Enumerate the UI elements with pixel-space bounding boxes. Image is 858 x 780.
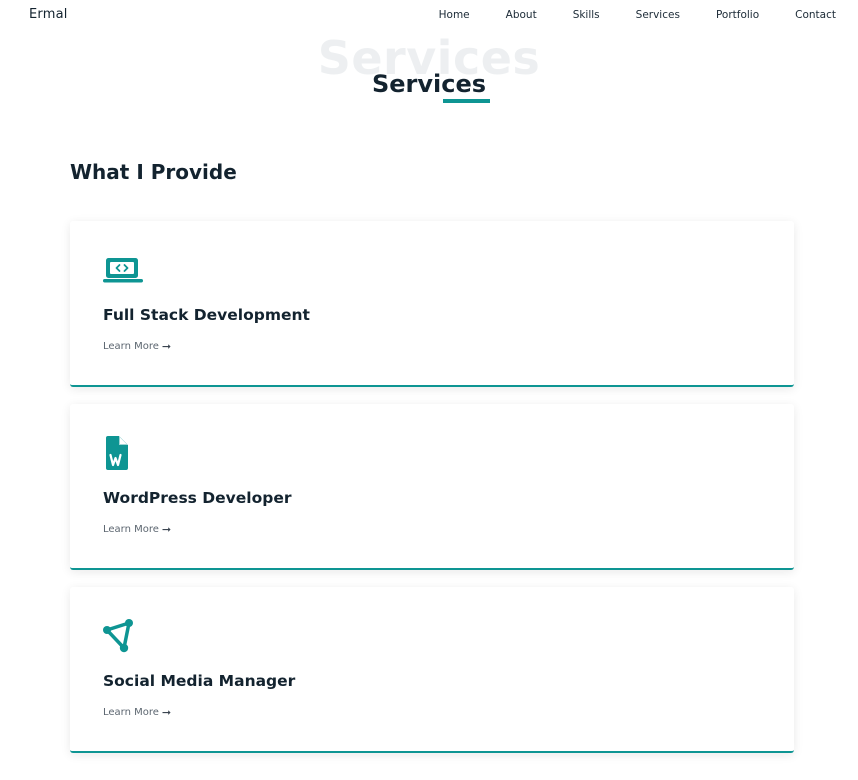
nav-link-about[interactable]: About [506,9,537,21]
nav-link-contact[interactable]: Contact [795,9,836,21]
nav-item-home: Home [439,9,470,21]
nav-link-portfolio[interactable]: Portfolio [716,9,759,21]
service-card-wordpress: WordPress Developer Learn More ➞ [70,404,794,570]
service-title: Full Stack Development [103,306,310,324]
arrow-right-icon: ➞ [161,523,172,536]
learn-more-label: Learn More [103,524,159,535]
service-card-social-media: Social Media Manager Learn More ➞ [70,587,794,753]
nav-item-skills: Skills [537,9,600,21]
learn-more-label: Learn More [103,707,159,718]
nav-link-skills[interactable]: Skills [573,9,600,21]
nav-item-contact: Contact [759,9,836,21]
learn-more-link[interactable]: Learn More ➞ [103,523,171,536]
section-subheading: What I Provide [70,160,237,184]
learn-more-link[interactable]: Learn More ➞ [103,706,171,719]
section-title-underline [443,99,490,103]
learn-more-link[interactable]: Learn More ➞ [103,340,171,353]
word-file-icon [106,436,128,470]
nav-item-about: About [470,9,537,21]
service-title: Social Media Manager [103,672,296,690]
nav-link-services[interactable]: Services [636,9,680,21]
service-title: WordPress Developer [103,489,292,507]
learn-more-label: Learn More [103,341,159,352]
share-network-icon [103,619,133,653]
arrow-right-icon: ➞ [161,340,172,353]
service-card-full-stack: Full Stack Development Learn More ➞ [70,221,794,387]
arrow-right-icon: ➞ [161,706,172,719]
section-title: Services [371,70,487,98]
nav-menu: Home About Skills Services Portfolio Con… [439,9,836,21]
laptop-code-icon [103,258,143,283]
nav-item-services: Services [600,9,680,21]
brand-logo[interactable]: Ermal [29,7,68,22]
nav-link-home[interactable]: Home [439,9,470,21]
nav-item-portfolio: Portfolio [680,9,759,21]
